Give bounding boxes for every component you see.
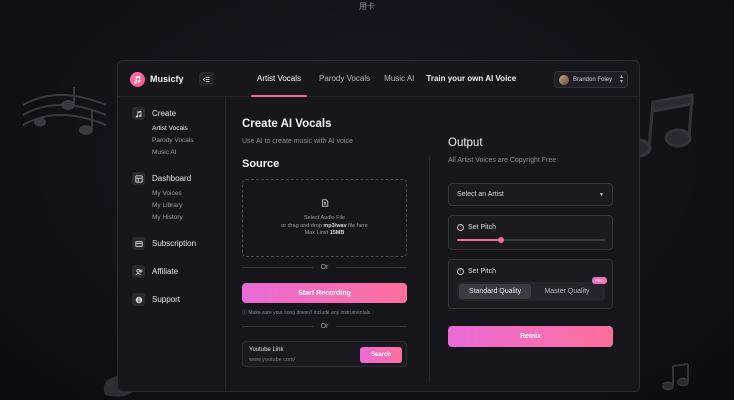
dropzone-drag-prefix: or drag and drop xyxy=(281,222,324,229)
quality-toggle: Standard Quality Master Quality xyxy=(457,282,605,301)
dropzone-limit-value: 15MB xyxy=(329,230,345,236)
sidebar-item-dashboard[interactable]: Dashboard xyxy=(132,172,191,185)
youtube-link-label: Youtube Link xyxy=(249,347,284,353)
tab-parody-vocals[interactable]: Parody Vocals xyxy=(313,61,376,97)
sidebar-label: Affiliate xyxy=(152,267,179,276)
small-note-decoration xyxy=(662,362,690,392)
pro-badge: PRO xyxy=(592,277,607,284)
sidebar-item-my-voices[interactable]: My Voices xyxy=(152,190,191,197)
or-text: Or xyxy=(320,323,329,330)
top-bar: Musicfy Artist Vocals Parody Vocals Musi… xyxy=(118,61,639,97)
sidebar-item-parody-vocals[interactable]: Parody Vocals xyxy=(152,137,194,144)
help-icon[interactable]: ? xyxy=(457,268,464,275)
sidebar-item-artist-vocals[interactable]: Artist Vocals xyxy=(152,125,194,132)
quality-header: ? Set Pitch xyxy=(457,268,496,275)
sidebar-group-subscription: Subscription xyxy=(132,237,196,250)
quality-card: ? Set Pitch Standard Quality Master Qual… xyxy=(448,259,613,309)
sidebar-label: Dashboard xyxy=(152,174,192,183)
sidebar-item-create[interactable]: Create xyxy=(132,107,194,120)
sidebar-item-affiliate[interactable]: Affiliate xyxy=(132,265,178,278)
sidebar-item-music-ai[interactable]: Music AI xyxy=(152,149,194,156)
remix-button[interactable]: Remix xyxy=(448,326,613,347)
sidebar-label: Subscription xyxy=(152,239,197,248)
updown-chevron-icon: ▴ ▾ xyxy=(619,73,623,85)
main-content: Create AI Vocals Use AI to create music … xyxy=(226,97,639,391)
master-quality-option[interactable]: Master Quality xyxy=(531,284,603,299)
sidebar-item-subscription[interactable]: Subscription xyxy=(132,237,196,250)
sidebar-group-affiliate: Affiliate xyxy=(132,265,178,278)
youtube-link-box: Youtube Link Search xyxy=(242,341,407,367)
brand-name: Musicfy xyxy=(150,74,184,84)
dropzone-drag-text: or drag and drop mp3/wav file here xyxy=(243,223,406,231)
dropzone-select-text: Select Audio File xyxy=(304,215,345,221)
search-button[interactable]: Search xyxy=(360,347,402,363)
user-name: Brandon Foley xyxy=(573,76,613,83)
standard-quality-option[interactable]: Standard Quality xyxy=(459,284,531,299)
instrumental-note: ⓘ Make sure your song doesn't include an… xyxy=(242,309,370,316)
pitch-slider[interactable] xyxy=(457,237,605,243)
help-icon[interactable]: ? xyxy=(457,224,464,231)
menu-toggle-icon xyxy=(203,76,210,82)
pitch-header: ? Set Pitch xyxy=(457,224,496,231)
music-note-icon xyxy=(132,107,145,120)
sidebar-label: Support xyxy=(152,295,181,304)
artist-select-value: Select an Artist xyxy=(457,191,504,198)
tab-music-ai[interactable]: Music AI xyxy=(378,61,420,97)
music-notes-decoration xyxy=(18,75,108,155)
sidebar-item-support[interactable]: Support xyxy=(132,293,180,306)
user-menu[interactable]: Brandon Foley ▴ ▾ xyxy=(554,71,628,88)
artist-select[interactable]: Select an Artist ▼ xyxy=(448,183,613,206)
quality-label: Set Pitch xyxy=(468,268,497,275)
or-divider: Or xyxy=(242,264,407,271)
collapse-sidebar-button[interactable] xyxy=(199,72,214,86)
column-divider xyxy=(429,157,430,382)
youtube-link-input[interactable] xyxy=(249,356,349,364)
output-subtitle: All Artist Voices are Copyright Free xyxy=(448,157,557,164)
pitch-slider-fill xyxy=(457,239,502,241)
page-title: Create AI Vocals xyxy=(242,118,332,130)
source-title: Source xyxy=(242,158,280,170)
tab-train-voice[interactable]: Train your own AI Voice xyxy=(420,61,522,97)
top-tabs: Artist Vocals Parody Vocals Music AI Tra… xyxy=(251,61,522,97)
sidebar-group-support: Support xyxy=(132,293,180,306)
card-icon xyxy=(132,237,145,250)
sidebar-group-dashboard: Dashboard My Voices My Library My Histor… xyxy=(132,172,191,221)
sidebar-label: Create xyxy=(152,109,177,118)
start-recording-button[interactable]: Start Recording xyxy=(242,283,407,303)
dropzone-file-types: mp3/wav xyxy=(323,222,347,229)
pitch-label: Set Pitch xyxy=(468,224,497,231)
or-text: Or xyxy=(320,264,329,271)
output-title: Output xyxy=(448,137,483,149)
dropzone-limit-text: Max Limit 15MB xyxy=(243,230,406,238)
pitch-slider-handle[interactable] xyxy=(498,237,505,243)
file-upload-icon xyxy=(321,199,328,207)
sidebar-item-my-library[interactable]: My Library xyxy=(152,202,191,209)
users-icon xyxy=(132,265,145,278)
dashboard-icon xyxy=(132,172,145,185)
sidebar: Create Artist Vocals Parody Vocals Music… xyxy=(118,97,226,391)
avatar xyxy=(559,74,569,85)
or-divider: Or xyxy=(242,323,407,330)
caret-down-icon: ▼ xyxy=(599,191,604,198)
info-icon xyxy=(132,293,145,306)
top-caption: 用卡 xyxy=(359,2,375,11)
dropzone-limit-prefix: Max Limit xyxy=(304,230,330,236)
page-subtitle: Use AI to create music with AI voice xyxy=(242,138,353,145)
tab-artist-vocals[interactable]: Artist Vocals xyxy=(251,61,308,97)
note-text: Make sure your song doesn't include any … xyxy=(248,310,371,316)
pitch-card: ? Set Pitch xyxy=(448,215,613,250)
sidebar-group-create: Create Artist Vocals Parody Vocals Music… xyxy=(132,107,194,156)
dropzone-drag-suffix: file here xyxy=(346,222,368,229)
logo-icon[interactable] xyxy=(130,72,145,87)
sidebar-item-my-history[interactable]: My History xyxy=(152,214,191,221)
audio-dropzone[interactable]: Select Audio File or drag and drop mp3/w… xyxy=(242,179,407,257)
app-window: Musicfy Artist Vocals Parody Vocals Musi… xyxy=(117,60,640,392)
